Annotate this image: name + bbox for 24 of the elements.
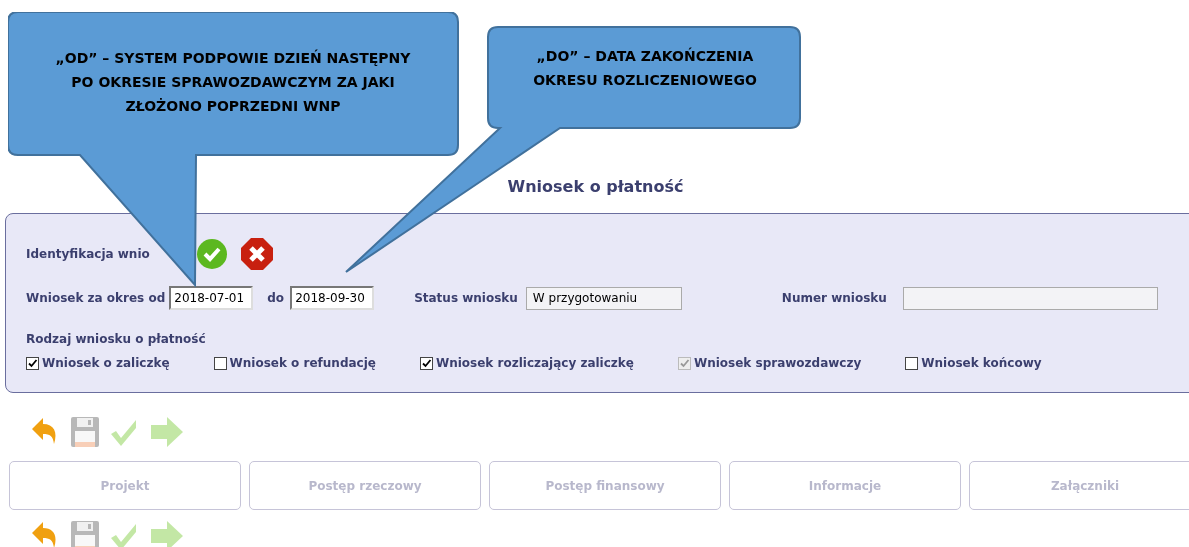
confirm-icon[interactable]	[195, 238, 228, 270]
date-to-field[interactable]: 2018-09-30	[290, 286, 375, 310]
type-label: Rodzaj wniosku o płatność	[26, 332, 206, 346]
date-from-field[interactable]: 2018-07-01	[169, 286, 254, 310]
status-field[interactable]: W przygotowaniu	[525, 286, 682, 310]
checkbox-label: Wniosek o zaliczkę	[42, 355, 170, 372]
checkbox[interactable]	[213, 356, 227, 370]
status-label: Status wniosku	[414, 290, 518, 307]
callout-text: „OD” – SYSTEM PODPOWIE DZIEŃ NASTĘPNY PO OKRESIE SPRAWOZDAWCZYM ZA JAKI ZŁOŻONO POPRZEDNI WNP	[54, 48, 412, 116]
to-label: do	[267, 290, 285, 307]
cancel-icon[interactable]	[239, 237, 274, 271]
page-title: Wniosek o płatność	[507, 176, 684, 198]
period-label: Wniosek za okres od	[26, 290, 166, 307]
checkbox-label: Wniosek rozliczający zaliczkę	[435, 355, 634, 372]
number-label: Numer wniosku	[781, 290, 887, 307]
number-field[interactable]	[902, 286, 1158, 310]
checkbox[interactable]	[419, 356, 433, 370]
checkbox[interactable]	[26, 356, 39, 370]
checkbox-label: Wniosek sprawozdawczy	[693, 355, 862, 372]
checkbox[interactable]	[905, 356, 919, 370]
checkbox-label: Wniosek końcowy	[921, 355, 1042, 372]
section-heading: Identyfikacja wnio	[26, 246, 150, 263]
checkbox-label: Wniosek o refundację	[229, 355, 376, 372]
callout-text: „DO” – DATA ZAKOŃCZENIA OKRESU ROZLICZENIOWEGO	[532, 46, 758, 90]
